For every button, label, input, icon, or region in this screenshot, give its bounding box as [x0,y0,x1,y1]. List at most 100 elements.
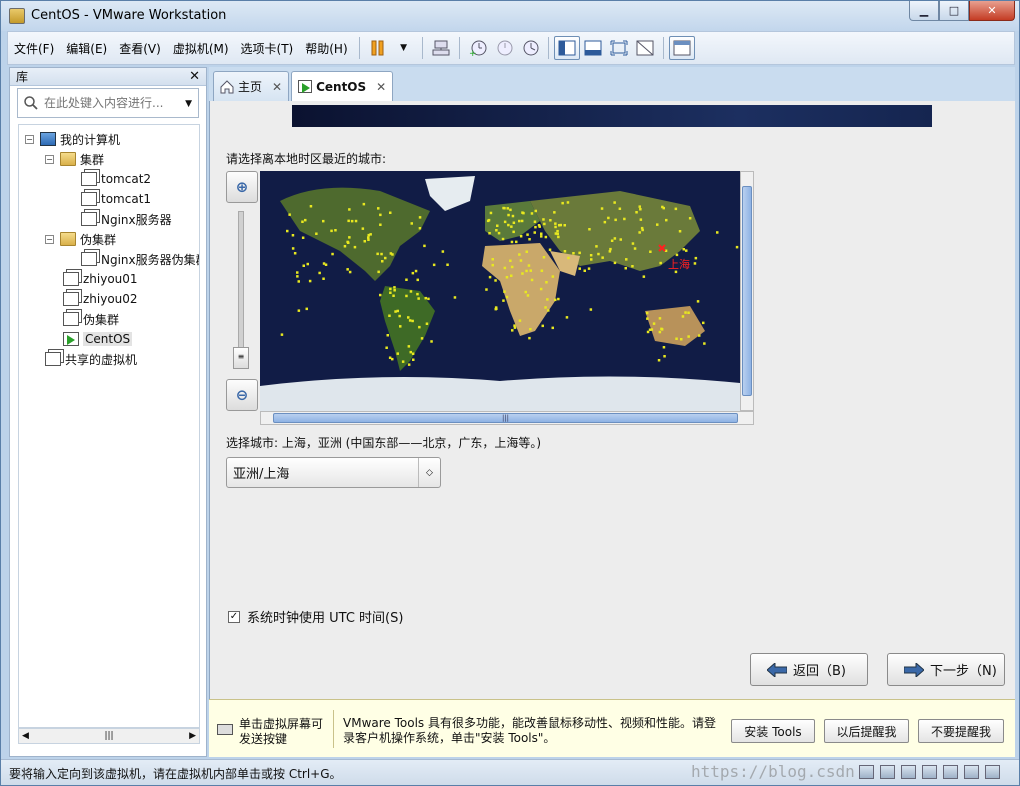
tree-item-centos[interactable]: CentOS [63,329,133,349]
city-dot[interactable] [503,290,506,293]
city-dot[interactable] [614,218,617,222]
city-dot[interactable] [417,297,420,300]
city-dot[interactable] [446,263,449,267]
city-dot[interactable] [495,229,498,232]
take-snapshot-button[interactable]: + [465,36,491,60]
city-dot[interactable] [631,265,634,268]
city-dot[interactable] [331,252,334,256]
city-dot[interactable] [494,306,498,309]
city-dot[interactable] [578,251,581,255]
city-dot[interactable] [488,275,492,279]
city-dot[interactable] [396,309,400,313]
city-dot[interactable] [297,309,301,312]
city-dot[interactable] [408,319,412,322]
city-dot[interactable] [377,207,380,210]
city-dot[interactable] [392,294,395,298]
city-dot[interactable] [510,265,514,269]
city-dot[interactable] [346,240,349,244]
city-dot[interactable] [556,229,559,233]
city-dot[interactable] [420,337,424,340]
city-dot[interactable] [398,314,401,318]
send-ctrl-alt-del-button[interactable] [428,36,454,60]
city-dot[interactable] [590,258,593,261]
city-dot[interactable] [291,247,295,250]
city-dot[interactable] [528,336,531,340]
city-dot[interactable] [418,227,422,230]
menu-file[interactable]: 文件(F) [8,40,60,57]
city-dot[interactable] [407,363,411,366]
city-dot[interactable] [453,296,457,299]
city-dot[interactable] [391,357,394,361]
revert-snapshot-button[interactable] [491,36,517,60]
city-dot[interactable] [578,267,582,270]
city-dot[interactable] [551,326,555,330]
city-dot[interactable] [660,328,664,331]
city-dot[interactable] [380,252,383,256]
printer-icon[interactable] [922,765,937,779]
select-spinner-icon[interactable]: ◇ [418,458,440,487]
city-dot[interactable] [354,219,358,223]
city-dot[interactable] [625,258,628,261]
zoom-out-button[interactable]: ⊖ [226,379,258,411]
city-dot[interactable] [597,252,600,256]
zoom-slider-track[interactable] [238,211,244,369]
city-dot[interactable] [583,269,587,273]
city-dot[interactable] [685,249,688,252]
city-dot[interactable] [304,218,307,222]
city-dot[interactable] [502,299,505,302]
zoom-in-button[interactable]: ⊕ [226,171,258,203]
city-dot[interactable] [510,274,513,278]
timezone-select[interactable]: 亚洲/上海 ◇ [226,457,441,488]
city-dot[interactable] [491,263,495,267]
city-dot[interactable] [389,211,392,215]
menu-view[interactable]: 查看(V) [113,40,167,57]
city-dot[interactable] [631,242,635,245]
scroll-thumb-grip-icon[interactable]: ||| [104,731,113,741]
city-dot[interactable] [528,238,531,241]
city-dot[interactable] [291,234,295,237]
city-dot[interactable] [540,235,543,238]
collapse-icon[interactable]: − [25,134,34,144]
collapse-icon[interactable]: − [45,154,54,164]
city-dot[interactable] [684,311,687,314]
city-dot[interactable] [507,213,510,217]
city-dot[interactable] [409,350,413,354]
city-dot[interactable] [587,267,591,270]
city-dot[interactable] [563,250,567,253]
city-dot[interactable] [296,275,299,278]
tree-horizontal-scrollbar[interactable]: ◀ ||| ▶ [18,728,200,744]
full-screen-button[interactable] [606,36,632,60]
city-dot[interactable] [613,237,617,240]
city-dot[interactable] [348,270,352,274]
city-dot[interactable] [601,256,604,259]
city-dot[interactable] [485,288,488,291]
collapse-icon[interactable]: − [45,234,54,244]
tree-item-shared-vms[interactable]: 共享的虚拟机 [45,349,137,369]
tree-item-pseudo-vm[interactable]: 伪集群 [63,309,119,329]
city-dot[interactable] [302,264,306,268]
city-dot[interactable] [687,311,690,315]
city-dot[interactable] [642,275,646,278]
city-dot[interactable] [505,295,509,299]
city-dot[interactable] [377,270,380,274]
city-dot[interactable] [542,218,545,221]
city-dot[interactable] [648,328,652,332]
city-dot[interactable] [533,220,537,224]
city-dot[interactable] [530,212,534,215]
network-adapter-icon[interactable] [901,765,916,779]
city-dot[interactable] [557,235,560,239]
city-dot[interactable] [511,214,515,218]
city-dot[interactable] [656,223,659,226]
city-dot[interactable] [609,247,612,251]
city-dot[interactable] [623,217,626,221]
city-dot[interactable] [561,201,564,205]
city-dot[interactable] [518,319,522,322]
message-log-icon[interactable] [985,765,1000,779]
city-dot[interactable] [515,240,518,244]
city-dot[interactable] [486,219,490,223]
utc-checkbox[interactable]: ✓ [228,610,240,623]
city-dot[interactable] [521,272,524,275]
city-dot[interactable] [613,201,616,204]
city-dot[interactable] [423,244,426,248]
city-dot[interactable] [547,309,550,312]
